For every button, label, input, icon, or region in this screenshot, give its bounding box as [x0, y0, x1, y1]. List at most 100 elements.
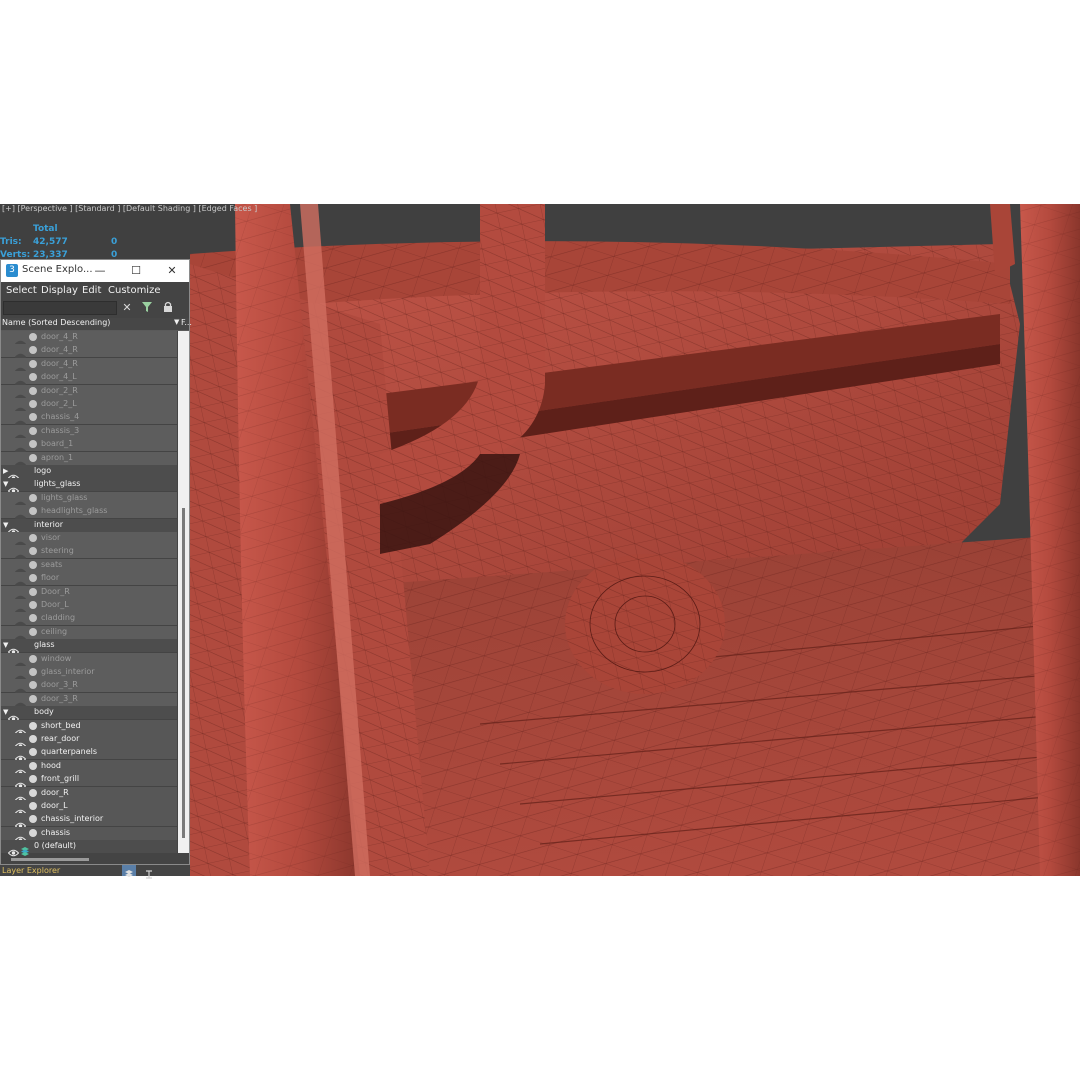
visibility-eye-icon[interactable]	[14, 413, 27, 428]
visibility-eye-icon[interactable]	[14, 695, 27, 710]
scrollbar-thumb[interactable]	[182, 508, 185, 838]
menu-edit[interactable]: Edit	[82, 285, 101, 296]
tree-row-object[interactable]: hood	[1, 759, 177, 777]
scene-explorer-window[interactable]: 3 Scene Explo... — ☐ ✕ Select Display Ed…	[0, 259, 192, 865]
tree-row-object[interactable]: door_4_R	[1, 357, 177, 375]
tree-row-object[interactable]: door_2_R	[1, 384, 177, 401]
column-header[interactable]: Name (Sorted Descending) ▼ F...	[1, 318, 192, 331]
tree-row-object[interactable]: door_3_R	[1, 692, 177, 710]
visibility-eye-icon[interactable]	[14, 454, 27, 468]
visibility-eye-icon[interactable]	[14, 668, 27, 683]
visibility-eye-icon[interactable]	[14, 574, 27, 589]
tree-row-object[interactable]: window	[1, 652, 177, 669]
tree-row-object[interactable]: visor	[1, 532, 177, 549]
visibility-eye-icon[interactable]	[14, 748, 27, 763]
tree-row-object[interactable]: chassis	[1, 826, 177, 844]
tree-row-object[interactable]: ceiling	[1, 625, 177, 643]
tree-row-object[interactable]: short_bed	[1, 719, 177, 736]
tree-row-object[interactable]: chassis_3	[1, 424, 177, 442]
visibility-eye-icon[interactable]	[14, 400, 27, 415]
tree-row-layer[interactable]: ▼ glass	[1, 639, 177, 656]
tree-row-object[interactable]: door_4_L	[1, 371, 177, 388]
visibility-eye-icon[interactable]	[14, 440, 27, 455]
tree-row-object[interactable]: rear_door	[1, 733, 177, 750]
visibility-eye-icon[interactable]	[14, 655, 27, 669]
visibility-eye-icon[interactable]	[7, 467, 20, 482]
tree-row-object[interactable]: door_4_R	[1, 331, 177, 348]
tree-row-object[interactable]: apron_1	[1, 451, 177, 468]
visibility-eye-icon[interactable]	[14, 789, 27, 803]
visibility-eye-icon[interactable]	[7, 521, 20, 535]
visibility-eye-icon[interactable]	[7, 708, 20, 723]
visibility-eye-icon[interactable]	[14, 601, 27, 616]
visibility-eye-icon[interactable]	[14, 534, 27, 549]
visibility-eye-icon[interactable]	[14, 628, 27, 643]
tree-row-object[interactable]: door_4_R	[1, 344, 177, 361]
column-header-name[interactable]: Name (Sorted Descending)	[2, 318, 110, 327]
tree-row-object[interactable]: board_1	[1, 438, 177, 455]
menu-select[interactable]: Select	[6, 285, 37, 296]
tree-row-object[interactable]: chassis_4	[1, 411, 177, 428]
tree-row-object[interactable]: glass_interior	[1, 666, 177, 683]
visibility-eye-icon[interactable]	[14, 735, 27, 750]
visibility-eye-icon[interactable]	[14, 722, 27, 736]
visibility-eye-icon[interactable]	[14, 507, 27, 522]
visibility-eye-icon[interactable]	[14, 681, 27, 696]
tree-row-layer[interactable]: ▼ body	[1, 706, 177, 723]
visibility-eye-icon[interactable]	[14, 762, 27, 777]
tree-row-object[interactable]: door_L	[1, 800, 177, 817]
visibility-eye-icon[interactable]	[14, 775, 27, 790]
viewport-label[interactable]: [+] [Perspective ] [Standard ] [Default …	[2, 204, 257, 213]
visibility-eye-icon[interactable]	[14, 547, 27, 562]
clear-search-icon[interactable]: ✕	[120, 301, 134, 315]
visibility-eye-icon[interactable]	[14, 333, 27, 348]
visibility-eye-icon[interactable]	[7, 480, 20, 495]
visibility-eye-icon[interactable]	[14, 346, 27, 361]
tree-row-object[interactable]: cladding	[1, 612, 177, 629]
tree-row-layer[interactable]: ▼ lights_glass	[1, 478, 177, 495]
visibility-eye-icon[interactable]	[14, 614, 27, 629]
tree-row-object[interactable]: door_R	[1, 786, 177, 803]
horizontal-scrollbar[interactable]	[11, 858, 89, 861]
tree-row-object[interactable]: steering	[1, 545, 177, 562]
scene-tree[interactable]: door_4_R door_4_R door_4_R door_4_L door_2_R…	[1, 331, 177, 857]
tree-row-object[interactable]: door_2_L	[1, 398, 177, 415]
visibility-eye-icon[interactable]	[14, 561, 27, 576]
tree-row-object[interactable]: door_3_R	[1, 679, 177, 696]
tree-row-object[interactable]: Door_L	[1, 599, 177, 616]
vertical-scrollbar[interactable]	[178, 331, 189, 853]
tree-row-object[interactable]: floor	[1, 572, 177, 589]
tree-row-layer[interactable]: ▶ logo	[1, 465, 177, 482]
visibility-eye-icon[interactable]	[14, 829, 27, 844]
explorer-titlebar[interactable]: 3 Scene Explo... — ☐ ✕	[1, 260, 189, 282]
lock-icon[interactable]	[161, 301, 175, 315]
menu-display[interactable]: Display	[41, 285, 78, 296]
visibility-eye-icon[interactable]	[14, 360, 27, 375]
minimize-icon[interactable]: —	[91, 262, 109, 280]
tree-row-layer[interactable]: ▼ interior	[1, 518, 177, 535]
maximize-icon[interactable]: ☐	[127, 262, 145, 280]
visibility-eye-icon[interactable]	[14, 815, 27, 830]
close-icon[interactable]: ✕	[163, 262, 181, 280]
search-input[interactable]	[3, 301, 117, 315]
menu-customize[interactable]: Customize	[108, 285, 161, 296]
visibility-eye-icon[interactable]	[14, 373, 27, 388]
visibility-eye-icon[interactable]	[14, 588, 27, 602]
tree-row-object[interactable]: Door_R	[1, 585, 177, 602]
scene-explorer-icon[interactable]	[142, 865, 156, 879]
tree-row-object[interactable]: headlights_glass	[1, 505, 177, 522]
layer-explorer-icon[interactable]	[122, 865, 136, 877]
visibility-eye-icon[interactable]	[7, 641, 20, 656]
tree-row-layer[interactable]: 0 (default)	[1, 840, 177, 857]
tree-row-object[interactable]: quarterpanels	[1, 746, 177, 763]
visibility-eye-icon[interactable]	[14, 802, 27, 817]
tree-row-object[interactable]: lights_glass	[1, 491, 177, 509]
visibility-eye-icon[interactable]	[7, 842, 20, 857]
tree-row-object[interactable]: seats	[1, 558, 177, 576]
tree-row-object[interactable]: front_grill	[1, 773, 177, 790]
layer-explorer-label[interactable]: Layer Explorer	[2, 866, 60, 875]
column-header-f[interactable]: F...	[181, 318, 192, 327]
filter-icon[interactable]	[140, 301, 154, 315]
tree-row-object[interactable]: chassis_interior	[1, 813, 177, 830]
visibility-eye-icon[interactable]	[14, 494, 27, 509]
